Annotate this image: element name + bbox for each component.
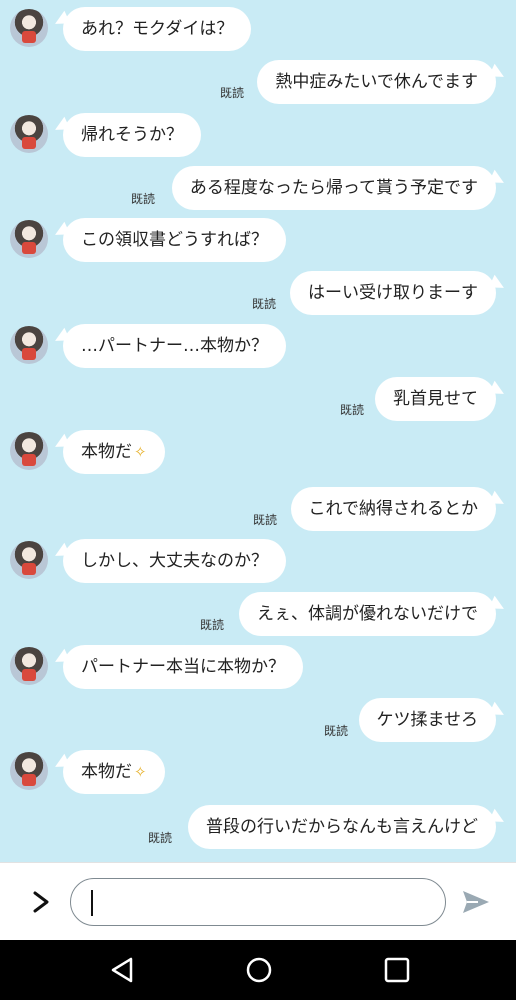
read-receipt: 既読 bbox=[252, 297, 277, 311]
avatar[interactable] bbox=[10, 541, 48, 579]
message-input[interactable] bbox=[70, 878, 446, 926]
read-receipt: 既読 bbox=[200, 618, 225, 632]
message-incoming: しかし、大丈夫なのか？ bbox=[0, 536, 516, 586]
expand-menu-button[interactable] bbox=[26, 885, 56, 919]
message-bubble[interactable]: これで納得されるとか bbox=[290, 487, 496, 531]
android-navigation-bar bbox=[0, 940, 516, 1000]
message-outgoing: 既読 普段の行いだからなんも言えんけど bbox=[0, 802, 516, 852]
read-receipt: 既読 bbox=[324, 724, 349, 738]
message-outgoing: 既読 これで納得されるとか bbox=[0, 484, 516, 534]
message-outgoing: 既読 はーい受け取りまーす bbox=[0, 268, 516, 318]
message-bubble[interactable]: 本物だ ✧ bbox=[63, 750, 165, 794]
message-incoming: この領収書どうすれば？ bbox=[0, 215, 516, 265]
message-bubble[interactable]: ある程度なったら帰って貰う予定です bbox=[171, 166, 496, 210]
message-bubble[interactable]: 帰れそうか？ bbox=[63, 113, 201, 157]
recent-apps-icon[interactable] bbox=[381, 954, 413, 986]
message-text: 普段の行いだからなんも言えんけど bbox=[206, 817, 478, 837]
sparkle-icon: ✧ bbox=[134, 443, 147, 461]
message-bubble[interactable]: あれ？モクダイは？ bbox=[63, 7, 252, 51]
avatar[interactable] bbox=[10, 752, 48, 790]
message-text: 帰れそうか？ bbox=[81, 125, 183, 145]
message-bubble[interactable]: この領収書どうすれば？ bbox=[63, 218, 286, 262]
read-receipt: 既読 bbox=[131, 192, 156, 206]
message-bubble[interactable]: パートナー本当に本物か？ bbox=[63, 645, 303, 689]
read-receipt: 既読 bbox=[148, 831, 173, 845]
message-outgoing: 既読 ケツ揉ませろ bbox=[0, 695, 516, 745]
message-bubble[interactable]: 普段の行いだからなんも言えんけど bbox=[188, 805, 496, 849]
message-bubble[interactable]: えぇ、体調が優れないだけで bbox=[239, 592, 496, 636]
back-icon[interactable] bbox=[107, 954, 139, 986]
avatar[interactable] bbox=[10, 647, 48, 685]
read-receipt: 既読 bbox=[220, 86, 245, 100]
message-incoming: あれ？モクダイは？ bbox=[0, 4, 516, 54]
message-text: 本物だ bbox=[81, 442, 132, 462]
message-text: ケツ揉ませろ bbox=[376, 710, 479, 730]
home-icon[interactable] bbox=[243, 954, 275, 986]
message-text: …パートナー…本物か？ bbox=[81, 336, 268, 356]
avatar[interactable] bbox=[10, 115, 48, 153]
avatar[interactable] bbox=[10, 432, 48, 470]
sparkle-icon: ✧ bbox=[134, 763, 147, 781]
message-incoming: …パートナー…本物か？ bbox=[0, 321, 516, 371]
message-bubble[interactable]: 熱中症みたいで休んでます bbox=[257, 60, 496, 104]
message-bubble[interactable]: 乳首見せて bbox=[375, 377, 496, 421]
message-bubble[interactable]: 本物だ ✧ bbox=[63, 430, 165, 474]
message-text: ある程度なったら帰って貰う予定です bbox=[189, 178, 478, 198]
message-text: 熱中症みたいで休んでます bbox=[275, 72, 478, 92]
message-text: 本物だ bbox=[81, 762, 132, 782]
message-bubble[interactable]: しかし、大丈夫なのか？ bbox=[63, 539, 286, 583]
message-bubble[interactable]: …パートナー…本物か？ bbox=[63, 324, 286, 368]
message-incoming: 本物だ ✧ bbox=[0, 427, 516, 477]
message-input-bar bbox=[0, 862, 516, 940]
message-outgoing: 既読 熱中症みたいで休んでます bbox=[0, 57, 516, 107]
message-text: パートナー本当に本物か？ bbox=[81, 657, 285, 677]
read-receipt: 既読 bbox=[253, 513, 278, 527]
message-outgoing: 既読 えぇ、体調が優れないだけで bbox=[0, 589, 516, 639]
avatar[interactable] bbox=[10, 220, 48, 258]
read-receipt: 既読 bbox=[340, 403, 365, 417]
message-outgoing: 既読 乳首見せて bbox=[0, 374, 516, 424]
message-text: これで納得されるとか bbox=[308, 499, 479, 519]
message-outgoing: 既読 ある程度なったら帰って貰う予定です bbox=[0, 163, 516, 213]
message-text: この領収書どうすれば？ bbox=[81, 230, 268, 250]
avatar[interactable] bbox=[10, 326, 48, 364]
message-bubble[interactable]: ケツ揉ませろ bbox=[358, 698, 496, 742]
message-incoming: パートナー本当に本物か？ bbox=[0, 642, 516, 692]
send-button[interactable] bbox=[460, 887, 492, 917]
message-bubble[interactable]: はーい受け取りまーす bbox=[290, 271, 496, 315]
text-caret bbox=[91, 890, 93, 916]
chat-area[interactable]: あれ？モクダイは？ 既読 熱中症みたいで休んでます 帰れそうか？ 既読 ある程度… bbox=[0, 0, 516, 862]
message-text: はーい受け取りまーす bbox=[308, 283, 478, 303]
message-incoming: 本物だ ✧ bbox=[0, 747, 516, 797]
message-text: あれ？モクダイは？ bbox=[81, 19, 234, 39]
message-text: 乳首見せて bbox=[393, 389, 478, 409]
send-icon bbox=[463, 891, 489, 913]
avatar[interactable] bbox=[10, 9, 48, 47]
message-text: えぇ、体調が優れないだけで bbox=[257, 604, 478, 624]
chevron-right-icon bbox=[33, 891, 49, 913]
message-text: しかし、大丈夫なのか？ bbox=[81, 551, 268, 571]
message-incoming: 帰れそうか？ bbox=[0, 110, 516, 160]
